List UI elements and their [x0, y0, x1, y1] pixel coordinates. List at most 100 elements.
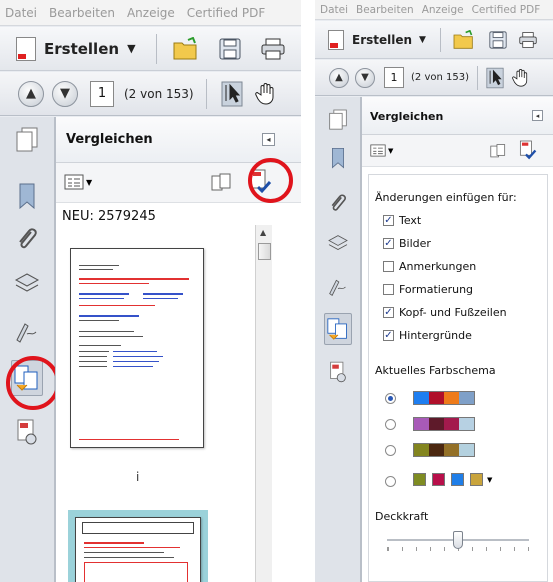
select-tool-icon[interactable] — [486, 67, 504, 89]
color-scheme-swatches-2 — [413, 417, 475, 431]
attachments-icon[interactable] — [329, 193, 347, 215]
page-count-label: (2 von 153) — [124, 86, 194, 101]
compare-panel: Vergleichen ◂ ▼ Änderungen einfügen für:… — [361, 97, 553, 582]
navigation-sidebar — [315, 97, 361, 582]
scroll-up-icon[interactable]: ▲ — [260, 228, 266, 237]
right-screenshot: Datei Bearbeiten Anzeige Certified PDF E… — [315, 0, 553, 582]
color-scheme-swatches-1 — [413, 391, 475, 405]
create-pdf-icon — [16, 36, 36, 61]
menu-bearbeiten[interactable]: Bearbeiten — [356, 4, 414, 16]
options-icon — [64, 174, 84, 190]
options-dropdown[interactable]: ▼ — [370, 144, 393, 157]
navigation-sidebar — [0, 117, 55, 582]
checkbox-formatting[interactable]: Formatierung — [383, 283, 473, 296]
swatch — [444, 392, 459, 404]
layers-icon[interactable] — [14, 272, 40, 294]
custom-color-scheme[interactable]: ▼ — [413, 473, 492, 486]
checkbox-headers-footers[interactable]: ✓ Kopf- und Fußzeilen — [383, 306, 507, 319]
page-count-label: (2 von 153) — [411, 72, 469, 83]
color-scheme-radio-3[interactable] — [385, 445, 396, 456]
create-pdf-icon — [328, 29, 344, 50]
highlight-circle-sidebar — [6, 356, 60, 410]
page-thumbnail[interactable] — [70, 248, 204, 448]
compare-icon — [326, 318, 347, 340]
open-folder-icon[interactable] — [453, 29, 475, 50]
color-scheme-radio-2[interactable] — [385, 419, 396, 430]
chevron-down-icon[interactable]: ▼ — [487, 476, 492, 484]
swatch — [444, 418, 459, 430]
arrow-down-icon[interactable]: ▼ — [355, 67, 375, 88]
compare-panel-button[interactable] — [323, 313, 352, 345]
signatures-icon[interactable] — [328, 277, 348, 297]
show-changes-icon[interactable] — [518, 140, 537, 161]
bookmarks-icon[interactable] — [17, 183, 37, 209]
menu-datei[interactable]: Datei — [320, 4, 348, 16]
swatch — [413, 473, 426, 486]
compare-options-panel: Änderungen einfügen für: ✓ Text ✓ Bilder A… — [368, 174, 548, 582]
selected-thumbnail-frame[interactable] — [68, 510, 208, 582]
swatch — [459, 418, 474, 430]
menu-datei[interactable]: Datei — [5, 6, 37, 20]
print-icon[interactable] — [261, 38, 285, 60]
open-folder-icon[interactable] — [173, 36, 199, 61]
page-number-input[interactable]: 1 — [384, 67, 404, 88]
compare-documents-icon[interactable] — [211, 172, 233, 194]
arrow-up-icon[interactable]: ▲ — [18, 80, 44, 107]
compare-documents-icon[interactable] — [490, 143, 507, 160]
menu-certified-pdf[interactable]: Certified PDF — [472, 4, 541, 16]
arrow-up-icon[interactable]: ▲ — [329, 67, 349, 88]
checkbox-text[interactable]: ✓ Text — [383, 214, 421, 227]
thumbnail-scrollbar[interactable]: ▲ — [255, 225, 272, 582]
attachments-icon[interactable] — [16, 227, 38, 253]
swatch — [451, 473, 464, 486]
panel-collapse-button[interactable]: ◂ — [262, 133, 275, 146]
signatures-icon[interactable] — [15, 320, 39, 344]
color-scheme-radio-1[interactable] — [385, 393, 396, 404]
opacity-slider-thumb[interactable] — [453, 531, 463, 549]
chevron-down-icon: ▼ — [86, 177, 93, 187]
options-dropdown[interactable]: ▼ — [64, 174, 92, 190]
panel-title: Vergleichen — [370, 110, 444, 123]
checkbox-backgrounds[interactable]: ✓ Hintergründe — [383, 329, 472, 342]
document-info-icon[interactable] — [16, 419, 38, 445]
insert-changes-heading: Änderungen einfügen für: — [375, 191, 517, 204]
select-tool-icon[interactable] — [221, 81, 243, 107]
left-screenshot: Datei Bearbeiten Anzeige Certified PDF E… — [0, 0, 301, 582]
hand-tool-icon[interactable] — [254, 82, 277, 106]
checkbox-images[interactable]: ✓ Bilder — [383, 237, 431, 250]
save-icon[interactable] — [219, 38, 241, 60]
create-label: Erstellen — [44, 39, 120, 58]
swatch — [459, 392, 474, 404]
menu-bar: Datei Bearbeiten Anzeige Certified PDF — [315, 0, 553, 20]
checkbox-annotations[interactable]: Anmerkungen — [383, 260, 476, 273]
compare-panel: Vergleichen ◂ ▼ NEU: 2579245 i ▲ — [55, 117, 301, 582]
menu-certified-pdf[interactable]: Certified PDF — [187, 6, 266, 20]
swatch — [429, 392, 444, 404]
panel-title: Vergleichen — [66, 132, 153, 147]
color-scheme-radio-custom[interactable] — [385, 476, 396, 487]
menu-bearbeiten[interactable]: Bearbeiten — [49, 6, 115, 20]
create-button[interactable]: Erstellen ▼ — [328, 29, 426, 50]
save-icon[interactable] — [489, 30, 507, 49]
document-info-icon[interactable] — [329, 361, 347, 383]
print-icon[interactable] — [519, 31, 537, 49]
bookmarks-icon[interactable] — [330, 147, 346, 169]
pages-icon[interactable] — [328, 109, 348, 131]
arrow-down-icon[interactable]: ▼ — [52, 80, 78, 107]
swatch — [414, 444, 429, 456]
create-button[interactable]: Erstellen ▼ — [16, 36, 136, 61]
swatch — [414, 392, 429, 404]
panel-collapse-button[interactable]: ◂ — [532, 110, 543, 121]
pages-icon[interactable] — [15, 127, 39, 153]
page-number-input[interactable]: 1 — [90, 80, 114, 107]
hand-tool-icon[interactable] — [512, 68, 530, 88]
layers-icon[interactable] — [327, 234, 349, 252]
chevron-down-icon: ▼ — [419, 34, 426, 45]
menu-anzeige[interactable]: Anzeige — [127, 6, 175, 20]
swatch — [429, 418, 444, 430]
color-scheme-swatches-3 — [413, 443, 475, 457]
create-label: Erstellen — [352, 32, 413, 47]
menu-anzeige[interactable]: Anzeige — [422, 4, 464, 16]
main-toolbar: Erstellen ▼ — [315, 21, 553, 59]
scroll-thumb[interactable] — [258, 243, 271, 260]
